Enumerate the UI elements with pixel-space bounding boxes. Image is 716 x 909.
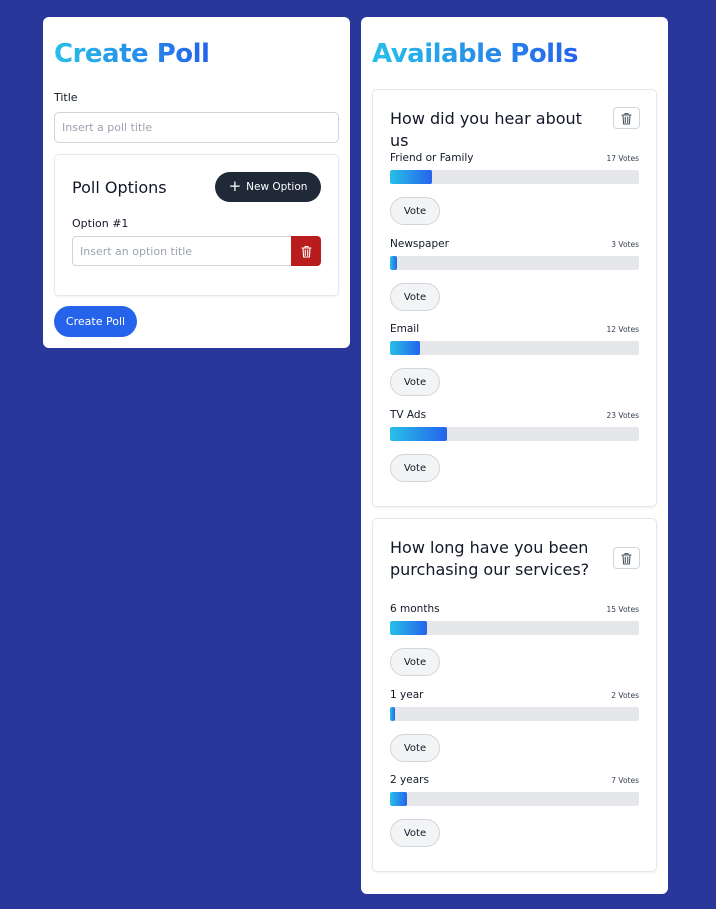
poll-card: How did you hear about us Friend or Fami… <box>372 89 657 507</box>
create-poll-heading: Create Poll <box>54 39 210 69</box>
vote-button[interactable]: Vote <box>390 283 440 311</box>
poll-option: 6 months 15 Votes Vote <box>390 603 640 683</box>
vote-count: 12 Votes <box>606 325 639 334</box>
option-label: Email <box>390 323 420 335</box>
delete-option-button[interactable] <box>291 236 321 266</box>
poll-option: 2 years 7 Votes Vote <box>390 774 640 854</box>
poll-options-heading: Poll Options <box>72 178 167 197</box>
option-title-input[interactable] <box>72 236 292 266</box>
vote-bar-track <box>390 341 639 355</box>
vote-button[interactable]: Vote <box>390 368 440 396</box>
poll-option: Newspaper 3 Votes Vote <box>390 238 640 318</box>
available-polls-heading: Available Polls <box>372 39 578 69</box>
poll-option: Email 12 Votes Vote <box>390 323 640 403</box>
vote-bar-track <box>390 621 639 635</box>
vote-bar-track <box>390 707 639 721</box>
create-poll-card: Create Poll Title Poll Options + New Opt… <box>43 17 350 348</box>
trash-icon <box>621 552 632 565</box>
poll-card: How long have you been purchasing our se… <box>372 518 657 872</box>
vote-count: 7 Votes <box>611 776 639 785</box>
plus-icon: + <box>228 177 242 195</box>
create-poll-button[interactable]: Create Poll <box>54 306 137 337</box>
poll-option: TV Ads 23 Votes Vote <box>390 409 640 489</box>
option-label: Option #1 <box>72 217 129 230</box>
vote-count: 15 Votes <box>606 605 639 614</box>
vote-bar-fill <box>390 792 408 806</box>
poll-option: Friend or Family 17 Votes Vote <box>390 152 640 232</box>
new-option-label: New Option <box>246 181 308 193</box>
vote-bar-fill <box>390 170 433 184</box>
vote-count: 23 Votes <box>606 411 639 420</box>
vote-count: 2 Votes <box>611 691 639 700</box>
title-label: Title <box>54 91 78 104</box>
option-label: Friend or Family <box>390 152 474 164</box>
delete-poll-button[interactable] <box>613 547 640 569</box>
poll-options-section: Poll Options + New Option Option #1 <box>54 154 339 296</box>
option-label: Newspaper <box>390 238 449 250</box>
available-polls-card: Available Polls How did you hear about u… <box>361 17 668 894</box>
option-label: 1 year <box>390 689 424 701</box>
vote-button[interactable]: Vote <box>390 819 440 847</box>
vote-bar-fill <box>390 621 428 635</box>
option-label: 6 months <box>390 603 440 615</box>
vote-bar-track <box>390 256 639 270</box>
vote-button[interactable]: Vote <box>390 734 440 762</box>
new-option-button[interactable]: + New Option <box>215 172 321 202</box>
poll-question: How did you hear about us <box>390 109 582 150</box>
trash-icon <box>621 112 632 125</box>
vote-bar-track <box>390 170 639 184</box>
option-label: TV Ads <box>390 409 427 421</box>
vote-bar-fill <box>390 341 420 355</box>
delete-poll-button[interactable] <box>613 107 640 129</box>
trash-icon <box>300 245 312 258</box>
vote-button[interactable]: Vote <box>390 648 440 676</box>
vote-bar-track <box>390 427 639 441</box>
vote-button[interactable]: Vote <box>390 197 440 225</box>
option-label: 2 years <box>390 774 429 786</box>
vote-bar-track <box>390 792 639 806</box>
vote-bar-fill <box>390 707 395 721</box>
vote-button[interactable]: Vote <box>390 454 440 482</box>
poll-question: How long have you been purchasing our se… <box>390 538 590 579</box>
poll-title-input[interactable] <box>54 112 339 143</box>
poll-option: 1 year 2 Votes Vote <box>390 689 640 769</box>
vote-count: 17 Votes <box>606 154 639 163</box>
vote-bar-fill <box>390 427 448 441</box>
vote-count: 3 Votes <box>611 240 639 249</box>
vote-bar-fill <box>390 256 398 270</box>
